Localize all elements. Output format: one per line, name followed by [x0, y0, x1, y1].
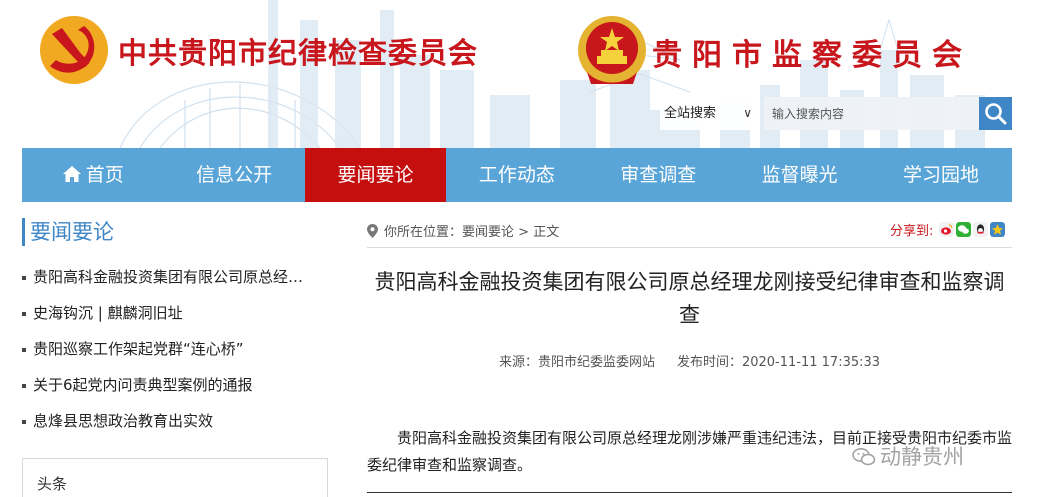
- search-bar: 全站搜索 ∨: [660, 97, 1012, 130]
- sidebar-news-list: 贵阳高科金融投资集团有限公司原总经… 史海钩沉 | 麒麟洞旧址 贵阳巡察工作架起…: [22, 259, 332, 439]
- nav-item-review-investigation[interactable]: 审查调查: [588, 148, 729, 202]
- article-publish-time: 发布时间：2020-11-11 17:35:33: [676, 355, 881, 370]
- main-navigation: 首页 信息公开 要闻要论 工作动态 审查调查 监督曝光 学习园地: [22, 148, 1012, 202]
- sidebar: 要闻要论 贵阳高科金融投资集团有限公司原总经… 史海钩沉 | 麒麟洞旧址 贵阳巡…: [22, 218, 332, 439]
- home-icon: [62, 166, 81, 182]
- bullet-icon: [22, 347, 26, 352]
- watermark: 动静贵州: [852, 441, 964, 471]
- wechat-watermark-icon: [852, 448, 876, 466]
- breadcrumb-separator: >: [514, 225, 534, 240]
- breadcrumb-prefix: 你所在位置：: [384, 225, 463, 240]
- nav-item-label: 学习园地: [903, 164, 980, 186]
- article-source: 来源：贵阳市纪委监委网站: [498, 355, 655, 370]
- nav-item-label: 信息公开: [196, 164, 273, 186]
- nav-item-label: 首页: [85, 164, 124, 186]
- nav-item-label: 监督曝光: [761, 164, 838, 186]
- breadcrumb-section-link[interactable]: 要闻要论: [462, 225, 514, 240]
- list-item-label: 贵阳巡察工作架起党群“连心桥”: [33, 340, 244, 358]
- location-pin-icon: [367, 224, 378, 238]
- headline-panel: 头条: [22, 458, 328, 497]
- nav-item-label: 审查调查: [620, 164, 697, 186]
- nav-item-info-disclosure[interactable]: 信息公开: [163, 148, 304, 202]
- list-item-label: 贵阳高科金融投资集团有限公司原总经…: [33, 268, 304, 286]
- weibo-share-icon[interactable]: [939, 222, 954, 237]
- national-emblem-icon: [578, 16, 646, 84]
- article-title: 贵阳高科金融投资集团有限公司原总经理龙刚接受纪律审查和监察调查: [374, 270, 1005, 327]
- list-item[interactable]: 史海钩沉 | 麒麟洞旧址: [22, 295, 332, 331]
- party-committee-name: 中共贵阳市纪律检查委员会: [118, 36, 479, 70]
- header-divider: [367, 247, 1012, 248]
- list-item[interactable]: 贵阳巡察工作架起党群“连心桥”: [22, 331, 332, 367]
- site-header: 中共贵阳市纪律检查委员会 贵阳市监察委员会 全站搜索 ∨: [0, 0, 1041, 148]
- search-scope-select[interactable]: 全站搜索 ∨: [660, 97, 760, 130]
- headline-panel-title: 头条: [37, 475, 68, 493]
- sidebar-title: 要闻要论: [22, 218, 332, 246]
- list-item-label: 息烽县思想政治教育出实效: [33, 412, 214, 430]
- qq-share-icon[interactable]: [973, 222, 988, 237]
- nav-item-label: 工作动态: [478, 164, 555, 186]
- nav-item-news-commentary[interactable]: 要闻要论: [304, 148, 447, 202]
- search-scope-label: 全站搜索: [664, 106, 717, 121]
- list-item[interactable]: 贵阳高科金融投资集团有限公司原总经…: [22, 259, 332, 295]
- nav-item-supervision-exposure[interactable]: 监督曝光: [729, 148, 870, 202]
- breadcrumb: 你所在位置：要闻要论 > 正文: [367, 221, 559, 240]
- nav-item-home[interactable]: 首页: [22, 148, 163, 202]
- party-emblem-icon: [40, 16, 108, 84]
- share-label: 分享到:: [890, 224, 934, 239]
- list-item-label: 关于6起党内问责典型案例的通报: [33, 376, 253, 394]
- search-icon: [985, 103, 1007, 125]
- search-input[interactable]: [764, 97, 979, 130]
- breadcrumb-current: 正文: [533, 225, 560, 240]
- wechat-share-icon[interactable]: [956, 222, 971, 237]
- nav-item-label: 要闻要论: [337, 164, 414, 186]
- search-button[interactable]: [979, 97, 1012, 130]
- content-divider: [367, 492, 1012, 493]
- chevron-down-icon: ∨: [743, 106, 752, 120]
- watermark-text: 动静贵州: [880, 445, 964, 469]
- qzone-share-icon[interactable]: [990, 222, 1005, 237]
- nav-item-work-updates[interactable]: 工作动态: [446, 148, 587, 202]
- bullet-icon: [22, 419, 26, 424]
- article-meta: 来源：贵阳市纪委监委网站 发布时间：2020-11-11 17:35:33: [367, 351, 1012, 370]
- supervision-commission-name: 贵阳市监察委员会: [652, 38, 972, 73]
- bullet-icon: [22, 275, 26, 280]
- list-item-label: 史海钩沉 | 麒麟洞旧址: [33, 304, 183, 322]
- nav-item-learning-garden[interactable]: 学习园地: [870, 148, 1011, 202]
- share-icons: [939, 222, 1005, 237]
- list-item[interactable]: 关于6起党内问责典型案例的通报: [22, 367, 332, 403]
- list-item[interactable]: 息烽县思想政治教育出实效: [22, 403, 332, 439]
- bullet-icon: [22, 311, 26, 316]
- bullet-icon: [22, 383, 26, 388]
